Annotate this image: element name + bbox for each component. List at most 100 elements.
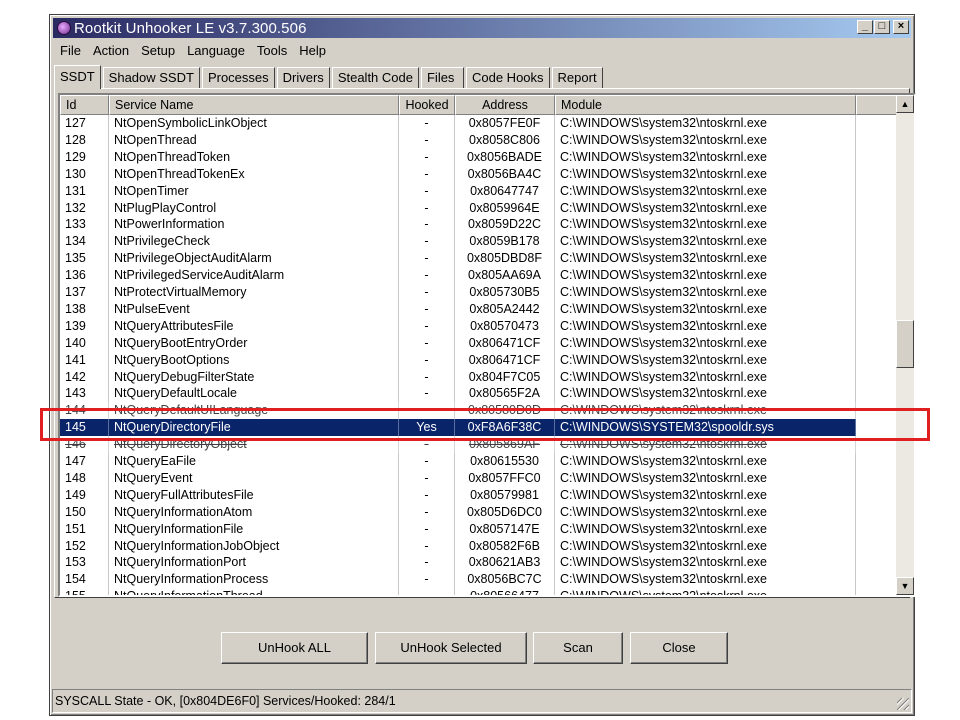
table-row[interactable]: 134 NtPrivilegeCheck - 0x8059B178 C:\WINDOWS… — [60, 233, 856, 251]
unhook-all-button[interactable]: UnHook ALL — [221, 632, 368, 664]
cell-text: - — [424, 504, 429, 519]
table-row[interactable]: 140 NtQueryBootEntryOrder - 0x806471CF C:\WI… — [60, 334, 856, 352]
cell-text: NtPlugPlayControl — [114, 200, 217, 215]
scrollbar-thumb[interactable] — [896, 320, 914, 368]
scroll-up-icon[interactable]: ▲ — [896, 95, 914, 113]
table-row[interactable]: 152 NtQueryInformationJobObject - 0x80582F6… — [60, 537, 856, 555]
cell-text: C:\WINDOWS\system32\ntoskrnl.exe — [560, 437, 767, 452]
cell-text: 134 — [65, 234, 86, 249]
tab-report[interactable]: Report — [551, 67, 603, 88]
table-row[interactable]: 141 NtQueryBootOptions - 0x806471CF C:\WINDO… — [60, 351, 856, 369]
cell-text: C:\WINDOWS\system32\ntoskrnl.exe — [560, 454, 767, 468]
table-row[interactable]: 127 NtOpenSymbolicLinkObject - 0x8057FE0F C:… — [60, 115, 856, 132]
tab-processes[interactable]: Processes — [201, 67, 275, 88]
table-row[interactable]: 147 NtQueryEaFile - 0x80615530 C:\WINDOWS\sy… — [60, 453, 856, 470]
menu-setup[interactable]: Setup — [135, 43, 181, 58]
table-row[interactable]: 136 NtPrivilegedServiceAuditAlarm - 0x805AA… — [60, 267, 856, 285]
column-header-service-name[interactable]: Service Name — [109, 95, 399, 115]
table-row[interactable]: 153 NtQueryInformationPort - 0x80621AB3 C:\W… — [60, 554, 856, 572]
size-grip-icon[interactable] — [897, 698, 909, 710]
cell-module: C:\WINDOWS\system32\ntoskrnl.exe — [555, 588, 856, 595]
cell-hooked: - — [399, 520, 455, 538]
cell-text: - — [424, 183, 429, 198]
table-row[interactable]: 130 NtOpenThreadTokenEx - 0x8056BA4C C:\WIND… — [60, 165, 856, 183]
table-row[interactable]: 142 NtQueryDebugFilterState - 0x804F7C05 C:\… — [60, 368, 856, 386]
tab-stealth-code[interactable]: Stealth Code — [331, 67, 419, 88]
cell-id: 142 — [60, 368, 109, 386]
tab-ssdt[interactable]: SSDT — [54, 65, 101, 89]
tab-shadow-ssdt[interactable]: Shadow SSDT — [102, 67, 200, 88]
tab-files[interactable]: Files — [420, 67, 464, 88]
cell-service-name: NtQueryInformationJobObject — [109, 537, 399, 555]
unhook-selected-button[interactable]: UnHook Selected — [375, 632, 527, 664]
cell-module: C:\WINDOWS\system32\ntoskrnl.exe — [555, 503, 856, 521]
cell-address: 0x806471CF — [455, 351, 555, 369]
title-bar[interactable]: Rootkit Unhooker LE v3.7.300.506 _ □ × — [53, 18, 911, 38]
cell-hooked: - — [399, 300, 455, 318]
table-row[interactable]: 154 NtQueryInformationProcess - 0x8056BC7C C… — [60, 571, 856, 589]
table-row[interactable]: 139 NtQueryAttributesFile - 0x80570473 C:\WI… — [60, 317, 856, 335]
cell-text: C:\WINDOWS\system32\ntoskrnl.exe — [560, 318, 767, 333]
cell-hooked: - — [399, 554, 455, 572]
menu-action[interactable]: Action — [87, 43, 135, 58]
table-row[interactable]: 128 NtOpenThread - 0x8058C806 C:\WINDOWS\sys… — [60, 131, 856, 149]
title-bar-controls: _ □ × — [856, 20, 909, 34]
menu-tools[interactable]: Tools — [251, 43, 293, 58]
cell-hooked: - — [399, 216, 455, 234]
cell-text: 0x8057FE0F — [468, 116, 541, 130]
cell-text: C:\WINDOWS\system32\ntoskrnl.exe — [560, 487, 767, 502]
minimize-icon[interactable]: _ — [857, 20, 873, 34]
cell-text: NtOpenThreadTokenEx — [114, 166, 245, 181]
cell-text: - — [424, 149, 429, 164]
menu-language[interactable]: Language — [181, 43, 251, 58]
cell-text: - — [424, 166, 429, 181]
column-header-address[interactable]: Address — [455, 95, 555, 115]
vertical-scrollbar[interactable]: ▲ ▼ — [896, 95, 914, 595]
cell-module: C:\WINDOWS\system32\ntoskrnl.exe — [555, 537, 856, 555]
cell-text: 0x804F7C05 — [468, 369, 541, 384]
column-header-module[interactable]: Module — [555, 95, 856, 115]
table-row[interactable]: 146 NtQueryDirectoryObject - 0x805869AF C:\W… — [60, 436, 856, 454]
table-row[interactable]: 143 NtQueryDefaultLocale - 0x80565F2A C:\WIN… — [60, 385, 856, 403]
cell-text: 150 — [65, 504, 86, 519]
scan-button[interactable]: Scan — [533, 632, 623, 664]
table-row[interactable]: 138 NtPulseEvent - 0x805A2442 C:\WINDOWS\sys… — [60, 300, 856, 318]
table-row[interactable]: 137 NtProtectVirtualMemory - 0x805730B5 C:\W… — [60, 284, 856, 301]
cell-hooked: Yes — [399, 419, 455, 437]
cell-id: 130 — [60, 165, 109, 183]
column-header-hooked[interactable]: Hooked — [399, 95, 455, 115]
table-row[interactable]: 133 NtPowerInformation - 0x8059D22C C:\WINDO… — [60, 216, 856, 234]
cell-service-name: NtPulseEvent — [109, 300, 399, 318]
table-row[interactable]: 149 NtQueryFullAttributesFile - 0x80579981 C… — [60, 486, 856, 504]
cell-address: 0x804F7C05 — [455, 368, 555, 386]
table-row[interactable]: 131 NtOpenTimer - 0x80647747 C:\WINDOWS\syst… — [60, 182, 856, 200]
table-row[interactable]: 148 NtQueryEvent - 0x8057FFC0 C:\WINDOWS\sys… — [60, 469, 856, 487]
cell-id: 129 — [60, 148, 109, 166]
status-text: SYSCALL State - OK, [0x804DE6F0] Service… — [55, 694, 396, 708]
ssdt-list[interactable]: Id Service Name Hooked Address Module 12… — [58, 93, 916, 597]
table-row[interactable]: 151 NtQueryInformationFile - 0x8057147E C:\W… — [60, 520, 856, 538]
close-button[interactable]: Close — [630, 632, 728, 664]
cell-text: 146 — [65, 437, 86, 452]
column-header-id[interactable]: Id — [60, 95, 109, 115]
menu-help[interactable]: Help — [293, 43, 332, 58]
table-row[interactable]: 129 NtOpenThreadToken - 0x8056BADE C:\WINDOW… — [60, 148, 856, 166]
table-row[interactable]: 150 NtQueryInformationAtom - 0x805D6DC0 C:\W… — [60, 503, 856, 521]
cell-module: C:\WINDOWS\system32\ntoskrnl.exe — [555, 148, 856, 166]
tab-drivers[interactable]: Drivers — [276, 67, 330, 88]
table-row[interactable]: 135 NtPrivilegeObjectAuditAlarm - 0x805DBD8… — [60, 250, 856, 268]
table-row[interactable]: 144 NtQueryDefaultUILanguage - 0x80580D0D C:… — [60, 402, 856, 420]
cell-id: 141 — [60, 351, 109, 369]
menu-file[interactable]: File — [54, 43, 87, 58]
app-icon — [57, 21, 71, 35]
tab-code-hooks[interactable]: Code Hooks — [465, 67, 550, 88]
table-row[interactable]: 155 NtQueryInformationThread - 0x80566477 C:… — [60, 588, 856, 595]
scroll-down-icon[interactable]: ▼ — [896, 577, 914, 595]
cell-hooked: - — [399, 131, 455, 149]
close-icon[interactable]: × — [893, 20, 909, 34]
cell-text: 129 — [65, 149, 86, 164]
table-row-selected[interactable]: 145 NtQueryDirectoryFile Yes 0xF8A6F38C C:\W… — [60, 419, 856, 437]
table-row[interactable]: 132 NtPlugPlayControl - 0x8059964E C:\WINDOW… — [60, 199, 856, 217]
maximize-icon[interactable]: □ — [874, 20, 890, 34]
cell-address: 0x805AA69A — [455, 267, 555, 285]
